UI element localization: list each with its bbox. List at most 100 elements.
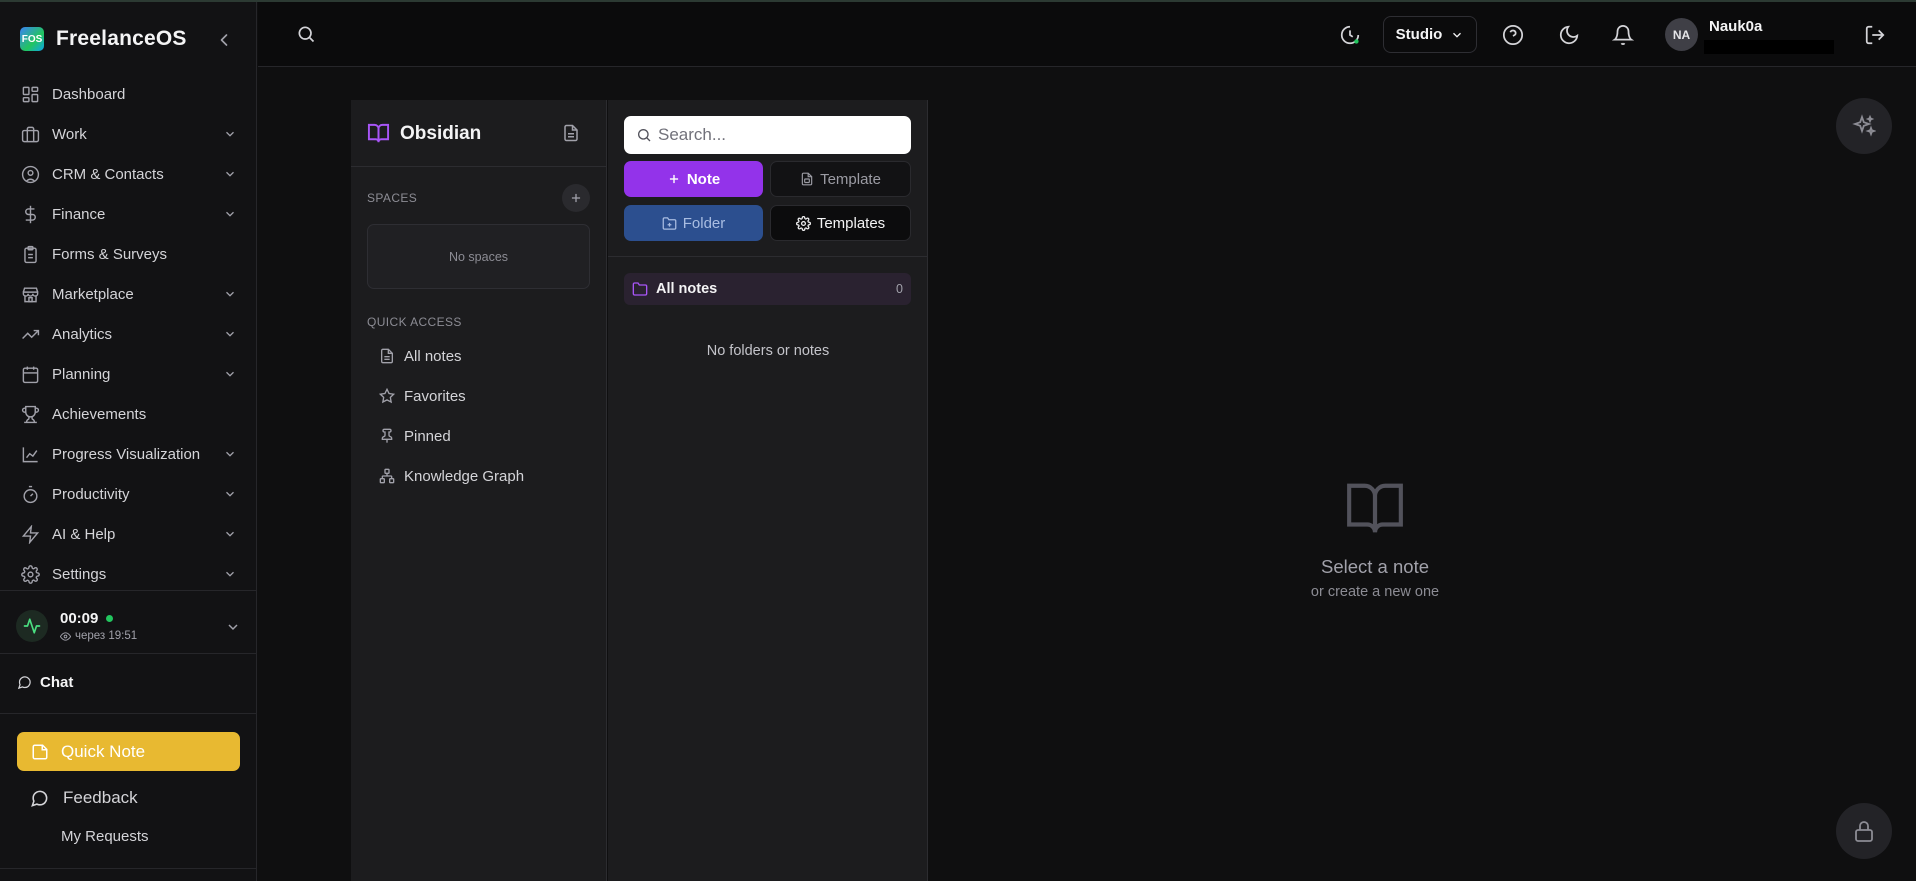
chevron-down-icon[interactable] [223,367,237,381]
eye-icon [60,631,71,641]
manage-templates-button[interactable]: Templates [770,205,911,241]
chevron-down-icon[interactable] [225,619,241,635]
sidebar-item-label: Forms & Surveys [52,245,168,263]
all-notes-folder[interactable]: All notes 0 [624,273,911,305]
chevron-down-icon[interactable] [223,167,237,181]
sidebar-nav: Dashboard Work CRM & Contacts Finance Fo… [0,74,257,594]
timer-widget[interactable]: 00:09 через 19:51 [16,607,241,645]
timer-time-text: 00:09 [60,610,99,627]
activity-icon [16,610,48,642]
help-icon[interactable] [1502,24,1524,46]
avatar[interactable]: NA [1665,18,1698,51]
quick-access-label-text: Pinned [404,427,451,445]
workspace-label: Studio [1395,26,1443,43]
collapse-sidebar-icon[interactable] [214,30,234,50]
list-divider [608,256,928,257]
notes-search-box[interactable] [624,116,911,154]
chevron-down-icon [1453,32,1462,38]
redacted-email [1704,40,1834,54]
book-open-icon [1347,483,1403,533]
sidebar-item-crm[interactable]: CRM & Contacts [0,154,257,194]
sidebar-item-ai-help[interactable]: AI & Help [0,514,257,554]
chevron-down-icon[interactable] [223,487,237,501]
file-icon [381,348,393,364]
add-space-button[interactable] [562,184,590,212]
sidebar-item-achievements[interactable]: Achievements [0,394,257,434]
lock-icon [1855,821,1873,842]
quick-access-label: QUICK ACCESS [367,315,462,329]
sidebar-item-label: Progress Visualization [52,445,201,463]
no-spaces-box: No spaces [367,224,590,289]
new-note-label: Note [686,170,721,188]
ai-sparkles-button[interactable] [1836,98,1892,154]
app-logo: FOS [20,27,44,51]
chevron-down-icon[interactable] [223,127,237,141]
plus-icon [669,174,678,184]
dollar-icon [25,205,36,223]
empty-state-subtitle: or create a new one [1310,584,1440,600]
plus-icon [571,193,581,203]
chevron-down-icon[interactable] [223,567,237,581]
sidebar-item-progress-visualization[interactable]: Progress Visualization [0,434,257,474]
feedback-link[interactable]: Feedback [30,788,138,808]
brand[interactable]: FOS FreelanceOS [20,24,187,54]
search-icon[interactable] [296,24,318,46]
pin-icon [381,428,393,443]
quick-note-button[interactable]: Quick Note [17,732,240,771]
chat-link[interactable]: Chat [17,674,73,691]
sidebar-item-forms[interactable]: Forms & Surveys [0,234,257,274]
new-note-button[interactable]: Note [624,161,763,197]
sidebar-item-label: Settings [52,565,107,583]
chevron-down-icon[interactable] [223,447,237,461]
sidebar-item-dashboard[interactable]: Dashboard [0,74,257,114]
quick-access-label-text: All notes [404,347,462,365]
sidebar-item-planning[interactable]: Planning [0,354,257,394]
bell-icon[interactable] [1612,24,1634,46]
sidebar-item-label: Analytics [52,325,113,343]
chevron-down-icon[interactable] [223,287,237,301]
timer-time: 00:09 [60,610,137,627]
moon-icon[interactable] [1558,24,1580,46]
all-notes-label: All notes [656,281,718,297]
document-icon[interactable] [562,124,580,142]
clock-status-icon[interactable] [1339,24,1361,46]
quick-access-label-text: Favorites [404,387,466,405]
empty-state-title: Select a note [1321,556,1429,577]
new-from-template-button[interactable]: Template [770,161,911,197]
obsidian-title: Obsidian [367,122,481,145]
sidebar-item-label: Planning [52,365,111,383]
sidebar-item-finance[interactable]: Finance [0,194,257,234]
quick-access-favorites[interactable]: Favorites [379,384,466,408]
sidebar-item-analytics[interactable]: Analytics [0,314,257,354]
sidebar-item-productivity[interactable]: Productivity [0,474,257,514]
lock-button[interactable] [1836,803,1892,859]
search-icon [638,129,651,142]
logout-icon[interactable] [1864,24,1886,46]
quick-note-label: Quick Note [61,741,146,761]
chevron-down-icon[interactable] [223,327,237,341]
sidebar-item-label: Finance [52,205,106,223]
gear-icon [795,215,811,231]
graph-icon [379,468,395,484]
chevron-down-icon[interactable] [223,207,237,221]
folder-label: Folder [682,214,726,232]
sidebar-item-marketplace[interactable]: Marketplace [0,274,257,314]
quick-access-all-notes[interactable]: All notes [379,344,462,368]
templates-label: Templates [816,214,886,232]
notes-search-input[interactable] [658,125,898,145]
sparkles-icon [1852,114,1876,137]
quick-access-knowledge-graph[interactable]: Knowledge Graph [379,464,524,488]
my-requests-link[interactable]: My Requests [61,828,149,845]
sidebar-item-settings[interactable]: Settings [0,554,257,594]
folder-icon [632,282,648,296]
chevron-down-icon[interactable] [223,527,237,541]
new-folder-button[interactable]: Folder [624,205,763,241]
quick-access-pinned[interactable]: Pinned [379,424,451,448]
sidebar: FOS FreelanceOS Dashboard Work CRM & Con… [0,2,257,881]
sidebar-item-work[interactable]: Work [0,114,257,154]
workspace-select[interactable]: Studio [1383,16,1477,53]
trending-icon [22,329,40,339]
sidebar-item-label: Work [52,125,87,143]
sidebar-item-label: Productivity [52,485,130,503]
username: Nauk0a [1709,18,1763,35]
